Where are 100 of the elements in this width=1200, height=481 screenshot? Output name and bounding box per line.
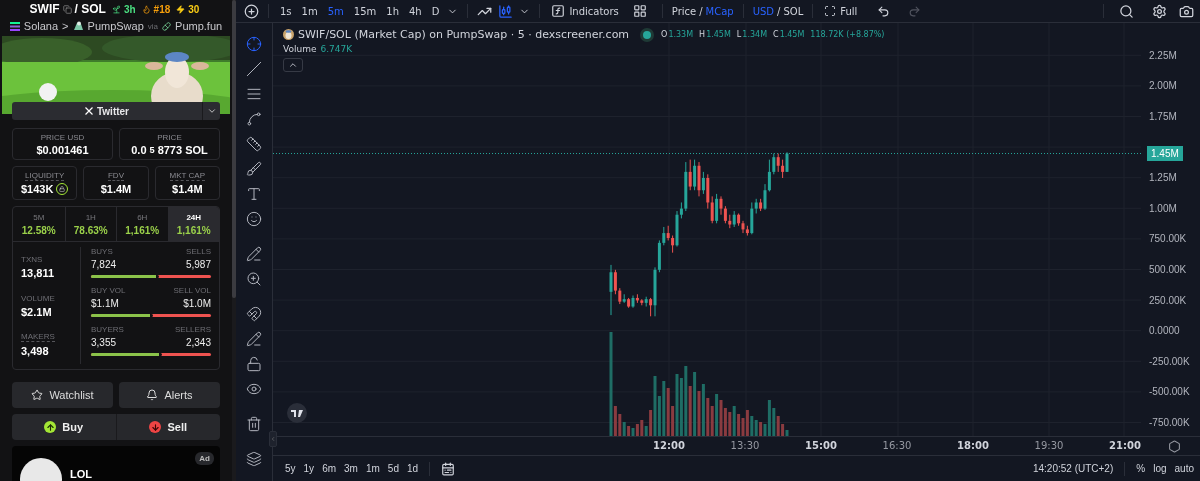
brush-icon[interactable]: [246, 160, 262, 177]
metric-label: LIQUIDITY: [25, 171, 65, 181]
period-tab[interactable]: 5M 12.58%: [13, 207, 65, 241]
mcap-option[interactable]: MCap: [705, 5, 734, 17]
layout-icon[interactable]: [632, 4, 647, 18]
stat-value: 5,987: [185, 259, 211, 270]
candlestick-icon[interactable]: [498, 3, 514, 19]
price-option[interactable]: Price: [671, 5, 697, 17]
ohlc-value: O 1.33M: [661, 30, 694, 39]
interval-button[interactable]: 1h: [384, 5, 401, 17]
dex-link[interactable]: PumpSwap: [87, 20, 144, 32]
status-dot: [643, 30, 652, 39]
trend-line-icon[interactable]: [246, 60, 262, 77]
breadcrumb-separator: >: [62, 20, 69, 32]
price-tick: 2.00M: [1149, 80, 1177, 92]
star-icon: [31, 389, 44, 401]
price-tick: 750.00K: [1149, 233, 1187, 245]
ad-title: LOL: [70, 468, 93, 480]
stat-value: 13,811: [21, 266, 56, 279]
pair-age: 3h: [123, 3, 136, 15]
price-label: PRICE: [157, 132, 182, 142]
ruler-icon[interactable]: [246, 135, 262, 152]
interval-button[interactable]: 5m: [325, 5, 346, 17]
alerts-button[interactable]: Alerts: [119, 382, 220, 408]
axis-settings-icon[interactable]: [1168, 439, 1181, 453]
range-button[interactable]: 1y: [303, 463, 315, 474]
stat-value: $1.0M: [183, 298, 211, 309]
undo-icon[interactable]: [877, 4, 891, 18]
price-label: PRICE USD: [40, 132, 85, 142]
period-tab[interactable]: 1H 78.63%: [64, 207, 116, 241]
pencil-icon[interactable]: [246, 245, 262, 262]
unlock-icon[interactable]: [246, 355, 262, 372]
range-button[interactable]: 3m: [344, 463, 358, 474]
time-tick: 15:00: [804, 439, 838, 453]
metric-label: FDV: [108, 171, 124, 181]
log-button[interactable]: log: [1153, 463, 1167, 474]
sell-button[interactable]: Sell: [115, 414, 220, 440]
via-label: via: [147, 21, 159, 31]
fullscreen-button[interactable]: Full: [822, 5, 860, 17]
add-icon[interactable]: [244, 3, 259, 19]
price-tick: 250.00K: [1149, 294, 1187, 306]
x-logo-icon: [84, 107, 93, 115]
magnet-icon[interactable]: [246, 305, 262, 322]
stat-label: BUYERS: [91, 325, 124, 334]
smiley-icon[interactable]: [246, 210, 262, 227]
interval-button[interactable]: 15m: [351, 5, 379, 17]
ohlc-value: H 1.45M: [699, 30, 731, 39]
layers-icon[interactable]: [246, 450, 262, 467]
interval-button[interactable]: 1m: [299, 5, 320, 17]
stat-label: BUYS: [91, 247, 113, 256]
chevron-left-icon: [270, 435, 276, 443]
range-button[interactable]: 5y: [285, 463, 296, 474]
range-button[interactable]: 6m: [322, 463, 337, 474]
period-tab[interactable]: 6H 1,161%: [116, 207, 168, 241]
search-icon[interactable]: [1119, 3, 1134, 19]
auto-button[interactable]: auto: [1174, 463, 1194, 474]
period-tab[interactable]: 24H 1,161%: [167, 207, 219, 241]
bell-icon: [146, 389, 159, 401]
range-button[interactable]: 1d: [406, 463, 419, 474]
scrollbar-thumb[interactable]: [232, 0, 236, 298]
indicators-button[interactable]: Indicators: [549, 4, 621, 18]
stat-label: BUY VOL: [91, 286, 126, 295]
zoom-in-icon[interactable]: [246, 270, 262, 287]
dex-logo-icon: [72, 21, 84, 31]
text-icon[interactable]: [246, 185, 262, 202]
stat-value: 3,498: [21, 345, 50, 357]
interval-button[interactable]: 1s: [278, 5, 294, 17]
interval-button[interactable]: D: [429, 5, 442, 17]
pencil-icon[interactable]: [246, 330, 262, 347]
calendar-icon[interactable]: [441, 461, 456, 476]
metric-label: MKT CAP: [169, 171, 206, 181]
chart-title: SWIF/SOL (Market Cap) on PumpSwap · 5 · dexscreener.com: [298, 28, 630, 41]
last-price-label: 1.45M: [1147, 145, 1183, 161]
time-tick: 12:00: [652, 439, 686, 453]
copy-icon[interactable]: [62, 4, 72, 14]
metric-value: $143K: [20, 183, 54, 195]
buy-button[interactable]: Buy: [12, 414, 116, 440]
chain-link[interactable]: Solana: [23, 20, 59, 32]
camera-icon[interactable]: [1179, 3, 1194, 19]
range-button[interactable]: 5d: [387, 463, 399, 474]
stat-label: SELL VOL: [173, 286, 211, 295]
price-tick: 1.25M: [1149, 172, 1177, 184]
settings-icon[interactable]: [1152, 3, 1167, 19]
range-button[interactable]: 1m: [365, 463, 380, 474]
crosshair-icon[interactable]: [246, 35, 262, 52]
trash-icon[interactable]: [246, 415, 262, 432]
sprout-icon: [111, 4, 121, 14]
interval-button[interactable]: 4h: [406, 5, 424, 17]
curve-icon[interactable]: [246, 110, 262, 127]
stat-value: $1.1M: [91, 298, 119, 309]
stat-value: 3,355: [91, 337, 117, 348]
watchlist-button[interactable]: Watchlist: [12, 382, 113, 408]
stat-label: SELLS: [186, 247, 211, 256]
percent-button[interactable]: %: [1136, 463, 1146, 474]
time-tick: 18:00: [956, 439, 990, 453]
ad-badge: Ad: [195, 452, 214, 465]
sol-option[interactable]: SOL: [783, 5, 804, 17]
launchpad-link[interactable]: Pump.fun: [175, 20, 223, 32]
arrow-up-icon: [44, 421, 57, 433]
usd-option[interactable]: USD: [752, 5, 775, 17]
